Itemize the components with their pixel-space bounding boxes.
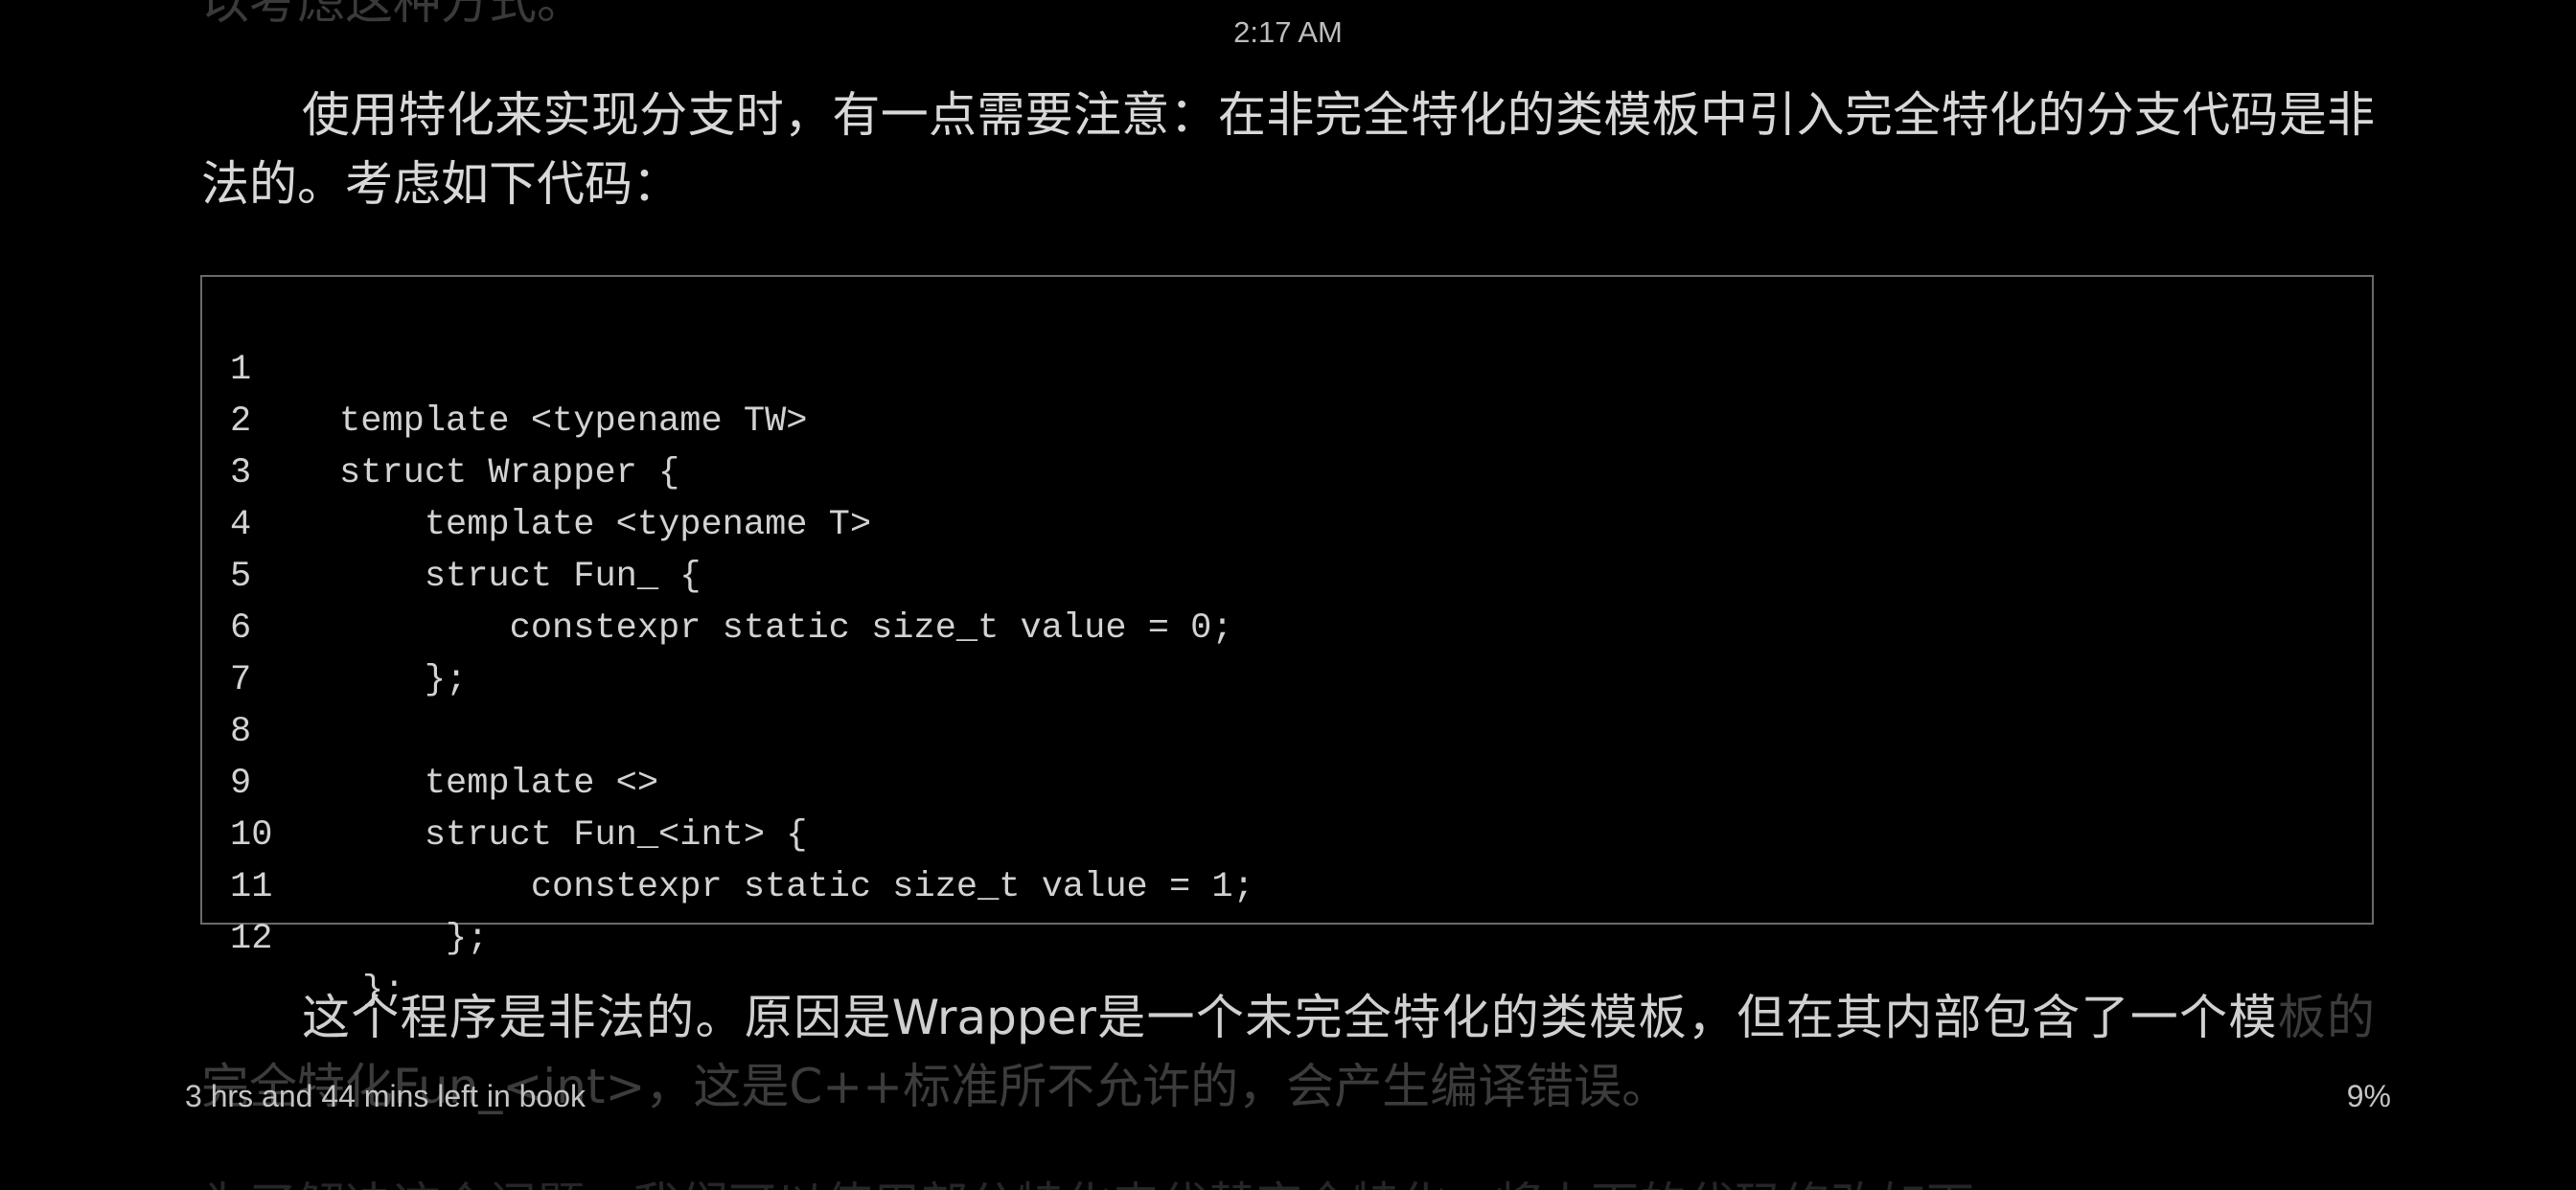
previous-text-fragment: 以考虑这种方式。 <box>201 0 585 30</box>
paragraph-intro: 使用特化来实现分支时，有一点需要注意：在非完全特化的类模板中引入完全特化的分支代… <box>201 87 2375 212</box>
code-line: 3 template <typename T> <box>202 396 871 545</box>
code-line: 4 struct Fun_ { <box>202 447 701 597</box>
code-line: 5 constexpr static size_t value = 0; <box>202 499 1233 649</box>
code-text: constexpr static size_t value = 0; <box>339 608 1233 649</box>
code-line: 10 constexpr static size_t value = 1; <box>202 758 1254 907</box>
code-line: 12 }; <box>202 861 404 1011</box>
code-line: 1 template <typename TW> <box>202 292 807 442</box>
line-number: 12 <box>230 919 273 959</box>
code-text: constexpr static size_t value = 1; <box>339 867 1254 907</box>
code-line: 7 <box>202 603 288 700</box>
code-text: }; <box>339 919 489 959</box>
time-left-in-book: 3 hrs and 44 mins left in book <box>185 1079 586 1113</box>
next-text-fragment: 为了解决这个问题，我们可以使用部分特化来代替完全特化，将上面的代码修改如下： <box>201 1167 2022 1190</box>
code-text: struct Wrapper { <box>339 453 680 493</box>
code-line: 2 struct Wrapper { <box>202 344 679 493</box>
reading-progress: 9% <box>2346 1079 2391 1113</box>
code-text: template <typename TW> <box>339 401 808 442</box>
code-line: 11 }; <box>202 810 488 959</box>
paragraph-explanation-visible: 这个程序是非法的。原因是Wrapper是一个未完全特化的类模板，但在其内部包含了… <box>302 990 2278 1045</box>
code-text: }; <box>339 660 468 700</box>
code-text: struct Fun_<int> { <box>339 815 808 856</box>
code-line: 6 }; <box>202 551 467 700</box>
code-line: 9 struct Fun_<int> { <box>202 706 807 856</box>
code-block: 1 template <typename TW> 2 struct Wrappe… <box>200 275 2374 1011</box>
code-text: template <> <box>339 764 659 804</box>
code-text: struct Fun_ { <box>339 557 702 597</box>
code-text: template <typename T> <box>339 505 872 545</box>
code-line: 8 template <> <box>202 654 658 804</box>
